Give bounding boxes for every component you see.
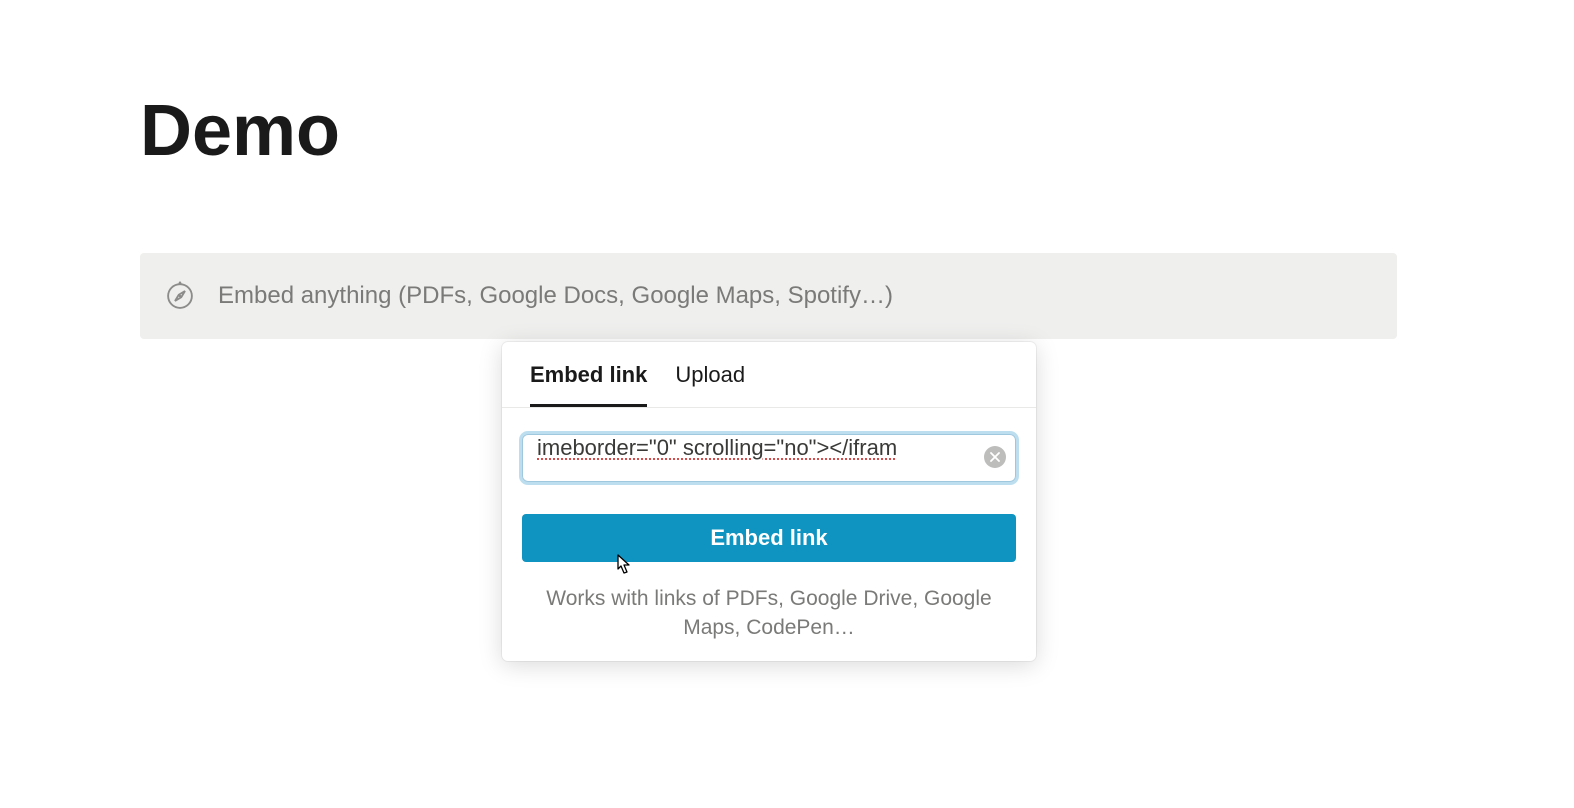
tab-upload[interactable]: Upload xyxy=(675,342,745,407)
embed-popover: Embed link Upload imeborder="0" scrollin… xyxy=(502,342,1036,661)
clear-input-icon[interactable] xyxy=(984,446,1006,468)
tab-row: Embed link Upload xyxy=(502,342,1036,408)
embed-placeholder-text: Embed anything (PDFs, Google Docs, Googl… xyxy=(218,282,893,310)
page-title: Demo xyxy=(140,90,340,172)
tab-embed-link[interactable]: Embed link xyxy=(530,342,647,407)
embed-link-button[interactable]: Embed link xyxy=(522,514,1016,562)
embed-button-wrap: Embed link xyxy=(502,482,1036,562)
embed-url-input[interactable]: imeborder="0" scrolling="no"></ifram xyxy=(522,434,1016,482)
compass-icon xyxy=(164,280,196,312)
embed-help-text: Works with links of PDFs, Google Drive, … xyxy=(502,562,1036,643)
embed-block[interactable]: Embed anything (PDFs, Google Docs, Googl… xyxy=(140,253,1397,339)
embed-url-input-value: imeborder="0" scrolling="no"></ifram xyxy=(537,435,897,460)
embed-input-wrap: imeborder="0" scrolling="no"></ifram xyxy=(502,408,1036,482)
